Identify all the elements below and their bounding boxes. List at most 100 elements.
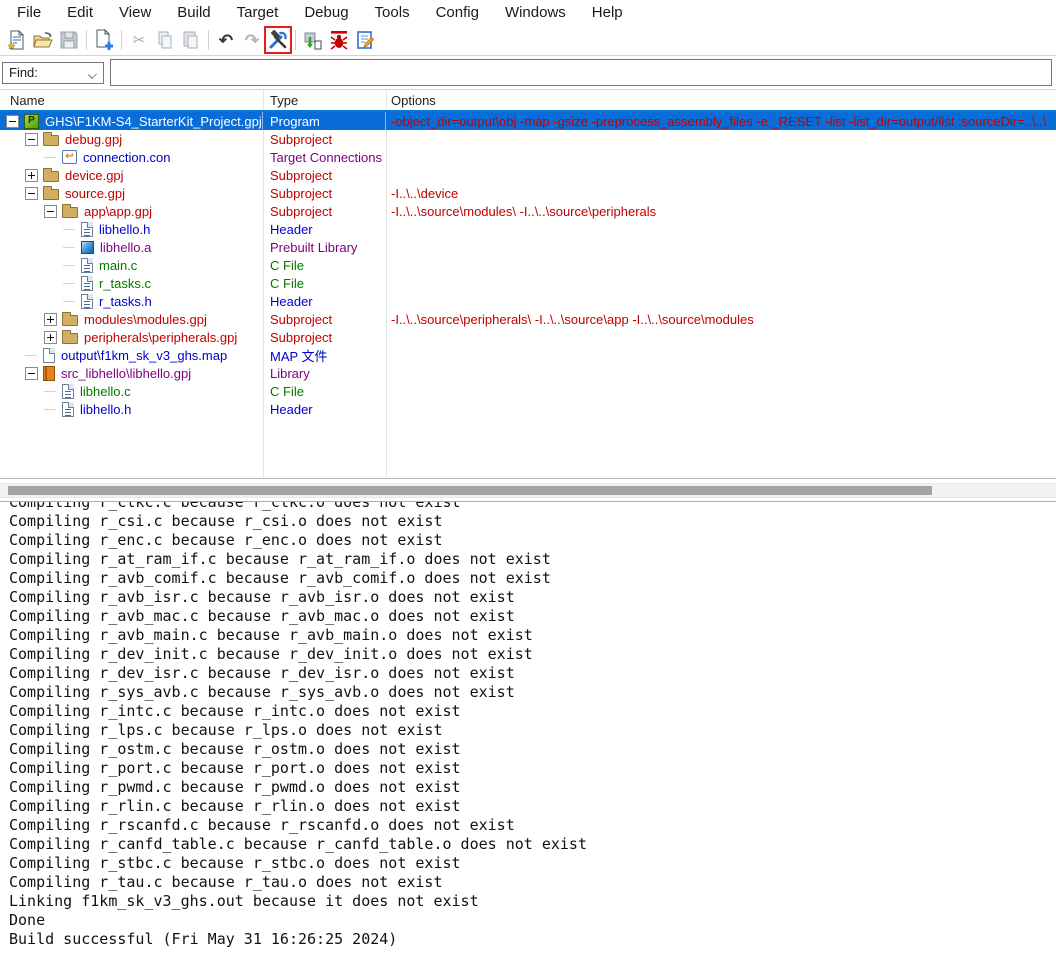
tree-row[interactable]: libhello.h Header	[0, 220, 1056, 238]
tree-row[interactable]: modules\modules.gpj Subproject -I..\..\s…	[0, 310, 1056, 328]
expand-icon[interactable]	[25, 169, 38, 182]
console-line: Compiling r_dev_init.c because r_dev_ini…	[9, 645, 1056, 664]
tree-row[interactable]: src_libhello\libhello.gpj Library	[0, 364, 1056, 382]
open-file-button[interactable]	[31, 28, 55, 52]
type-label: Header	[270, 294, 313, 309]
undo-button[interactable]: ↶	[214, 28, 238, 52]
console-line: Compiling r_csi.c because r_csi.o does n…	[9, 512, 1056, 531]
build-button[interactable]	[266, 28, 290, 52]
menu-item[interactable]: Edit	[54, 2, 106, 23]
paste-button[interactable]	[179, 28, 203, 52]
find-dropdown[interactable]: Find:	[2, 62, 104, 84]
folder-icon	[43, 135, 59, 146]
tree-connector	[44, 157, 62, 158]
new-file-button[interactable]	[5, 28, 29, 52]
tree-item-label: modules\modules.gpj	[84, 312, 207, 327]
tree-row[interactable]: r_tasks.c C File	[0, 274, 1056, 292]
console-line: Compiling r_stbc.c because r_stbc.o does…	[9, 854, 1056, 873]
new-document-button[interactable]	[92, 28, 116, 52]
chevron-down-icon	[88, 70, 97, 79]
column-header-name[interactable]: Name	[0, 93, 263, 108]
console-line: Compiling r_dev_isr.c because r_dev_isr.…	[9, 664, 1056, 683]
cut-icon: ✂	[133, 33, 146, 48]
tree-connector	[44, 409, 62, 410]
open-editor-button[interactable]	[353, 28, 377, 52]
menu-item[interactable]: Debug	[291, 2, 361, 23]
tree-item-label: source.gpj	[65, 186, 125, 201]
redo-button[interactable]: ↷	[240, 28, 264, 52]
collapse-icon[interactable]	[6, 115, 19, 128]
tree-item-label: app\app.gpj	[84, 204, 152, 219]
folder-icon	[62, 315, 78, 326]
tree-row[interactable]: r_tasks.h Header	[0, 292, 1056, 310]
tree-item-label: libhello.h	[99, 222, 150, 237]
tree-row[interactable]: libhello.c C File	[0, 382, 1056, 400]
folder-icon	[62, 207, 78, 218]
find-input[interactable]	[110, 59, 1052, 86]
tree-row[interactable]: ↩ connection.con Target Connections	[0, 148, 1056, 166]
expand-icon[interactable]	[44, 331, 57, 344]
save-file-button[interactable]	[57, 28, 81, 52]
tree-row[interactable]: source.gpj Subproject -I..\..\device	[0, 184, 1056, 202]
connect-target-button[interactable]	[301, 28, 325, 52]
collapse-icon[interactable]	[25, 133, 38, 146]
tree-row[interactable]: libhello.h Header	[0, 400, 1056, 418]
tree-connector	[63, 247, 81, 248]
tree-row[interactable]: P GHS\F1KM-S4_StarterKit_Project.gpj Pro…	[0, 112, 1056, 130]
tree-item-label: output\f1km_sk_v3_ghs.map	[61, 348, 227, 363]
debug-button[interactable]	[327, 28, 351, 52]
tree-item-label: src_libhello\libhello.gpj	[61, 366, 191, 381]
menu-item[interactable]: Target	[224, 2, 292, 23]
scrollbar-thumb[interactable]	[8, 486, 932, 495]
toolbar-separator	[295, 30, 296, 50]
new-file-icon	[6, 29, 28, 51]
menu-item[interactable]: Tools	[362, 2, 423, 23]
toolbar-separator	[208, 30, 209, 50]
expand-icon[interactable]	[44, 313, 57, 326]
column-header-options[interactable]: Options	[386, 93, 1056, 108]
console-line: Compiling r_lps.c because r_lps.o does n…	[9, 721, 1056, 740]
menu-item[interactable]: Config	[423, 2, 492, 23]
menu-item[interactable]: Help	[579, 2, 636, 23]
menu-item[interactable]: Windows	[492, 2, 579, 23]
console-line: Compiling r_avb_mac.c because r_avb_mac.…	[9, 607, 1056, 626]
console-line: Compiling r_enc.c because r_enc.o does n…	[9, 531, 1056, 550]
folder-icon	[62, 333, 78, 344]
console-line: Compiling r_ostm.c because r_ostm.o does…	[9, 740, 1056, 759]
tree-row[interactable]: main.c C File	[0, 256, 1056, 274]
toolbar-separator	[86, 30, 87, 50]
tree-row[interactable]: device.gpj Subproject	[0, 166, 1056, 184]
type-label: Subproject	[270, 312, 332, 327]
horizontal-scrollbar[interactable]	[0, 483, 1056, 498]
tree-row[interactable]: output\f1km_sk_v3_ghs.map MAP 文件	[0, 346, 1056, 364]
menu-item[interactable]: Build	[164, 2, 223, 23]
column-header-type[interactable]: Type	[263, 93, 386, 108]
collapse-icon[interactable]	[44, 205, 57, 218]
console-line: Compiling r_clkc.c because r_clkc.o does…	[9, 501, 1056, 512]
folder-icon	[43, 171, 59, 182]
build-output-console[interactable]: Compiling r_clkc.c because r_clkc.o does…	[0, 501, 1056, 956]
tree-connector	[25, 355, 43, 356]
type-label: Subproject	[270, 168, 332, 183]
menu-item[interactable]: File	[4, 2, 54, 23]
tree-connector	[63, 301, 81, 302]
tree-item-label: libhello.c	[80, 384, 131, 399]
type-label: C File	[270, 276, 304, 291]
type-label: MAP 文件	[270, 346, 328, 364]
tree-item-label: peripherals\peripherals.gpj	[84, 330, 237, 345]
tree-row[interactable]: peripherals\peripherals.gpj Subproject	[0, 328, 1056, 346]
tree-row[interactable]: debug.gpj Subproject	[0, 130, 1056, 148]
collapse-icon[interactable]	[25, 367, 38, 380]
console-line: Compiling r_pwmd.c because r_pwmd.o does…	[9, 778, 1056, 797]
library-book-icon	[43, 366, 55, 381]
console-line: Compiling r_rlin.c because r_rlin.o does…	[9, 797, 1056, 816]
tree-row[interactable]: app\app.gpj Subproject -I..\..\source\mo…	[0, 202, 1056, 220]
cut-button[interactable]: ✂	[127, 28, 151, 52]
editor-icon	[354, 29, 376, 51]
tree-row[interactable]: libhello.a Prebuilt Library	[0, 238, 1056, 256]
type-label: Prebuilt Library	[270, 240, 357, 255]
copy-button[interactable]	[153, 28, 177, 52]
collapse-icon[interactable]	[25, 187, 38, 200]
menu-item[interactable]: View	[106, 2, 164, 23]
tree-item-label: libhello.a	[100, 240, 151, 255]
